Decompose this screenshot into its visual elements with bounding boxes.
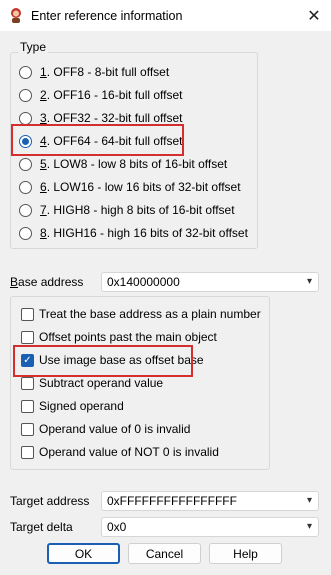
- checkbox[interactable]: [21, 399, 34, 413]
- help-button[interactable]: Help: [209, 543, 282, 564]
- chevron-down-icon[interactable]: ▾: [307, 518, 312, 536]
- target-delta-combo[interactable]: 0x0 ▾: [101, 517, 319, 537]
- radio-off16[interactable]: 2. OFF16 - 16-bit full offset: [19, 86, 183, 104]
- option-signed-operand[interactable]: Signed operand: [21, 398, 124, 414]
- highlight-box-image-base: [13, 345, 193, 377]
- checkbox-label: Offset points past the main object: [39, 330, 217, 344]
- type-group-legend: Type: [18, 40, 49, 54]
- checkbox[interactable]: [21, 445, 34, 459]
- target-address-combo[interactable]: 0xFFFFFFFFFFFFFFFF ▾: [101, 491, 319, 511]
- cancel-button[interactable]: Cancel: [128, 543, 201, 564]
- radio-label: 5. LOW8 - low 8 bits of 16-bit offset: [40, 157, 228, 171]
- checkbox-label: Signed operand: [39, 399, 124, 413]
- checkbox[interactable]: [21, 330, 34, 344]
- option-zero-invalid[interactable]: Operand value of 0 is invalid: [21, 421, 190, 437]
- close-icon: ✕: [307, 7, 321, 25]
- checkbox[interactable]: [21, 422, 34, 436]
- target-address-label: Target address: [10, 494, 90, 508]
- radio-label: 8. HIGH16 - high 16 bits of 32-bit offse…: [40, 226, 248, 240]
- ok-button[interactable]: OK: [47, 543, 120, 564]
- radio-label: 3. OFF32 - 32-bit full offset: [40, 111, 183, 125]
- target-delta-label: Target delta: [10, 520, 73, 534]
- radio-high16[interactable]: 8. HIGH16 - high 16 bits of 32-bit offse…: [19, 224, 248, 242]
- radio-button[interactable]: [19, 157, 32, 171]
- checkbox-label: Treat the base address as a plain number: [39, 307, 261, 321]
- window-title: Enter reference information: [31, 9, 183, 23]
- target-delta-value: 0x0: [107, 520, 127, 534]
- radio-button[interactable]: [19, 203, 32, 217]
- radio-high8[interactable]: 7. HIGH8 - high 8 bits of 16-bit offset: [19, 201, 235, 219]
- target-address-value: 0xFFFFFFFFFFFFFFFF: [107, 494, 237, 508]
- ida-app-icon: [11, 8, 21, 23]
- option-subtract-operand[interactable]: Subtract operand value: [21, 375, 163, 391]
- checkbox-label: Operand value of 0 is invalid: [39, 422, 191, 436]
- radio-off8[interactable]: 1. OFF8 - 8-bit full offset: [19, 63, 169, 81]
- title-bar: Enter reference information ✕: [0, 0, 331, 31]
- radio-button[interactable]: [19, 88, 32, 102]
- radio-button[interactable]: [19, 65, 32, 79]
- close-button[interactable]: ✕: [297, 0, 331, 31]
- option-past-main-object[interactable]: Offset points past the main object: [21, 329, 217, 345]
- chevron-down-icon[interactable]: ▾: [307, 273, 312, 291]
- radio-low8[interactable]: 5. LOW8 - low 8 bits of 16-bit offset: [19, 155, 227, 173]
- base-address-combo[interactable]: 0x140000000 ▾: [101, 272, 319, 292]
- checkbox-label: Subtract operand value: [39, 376, 164, 390]
- radio-label: 1. OFF8 - 8-bit full offset: [40, 65, 170, 79]
- option-plain-number[interactable]: Treat the base address as a plain number: [21, 306, 261, 322]
- chevron-down-icon[interactable]: ▾: [307, 492, 312, 510]
- radio-button[interactable]: [19, 111, 32, 125]
- radio-label: 6. LOW16 - low 16 bits of 32-bit offset: [40, 180, 241, 194]
- base-address-value: 0x140000000: [107, 275, 180, 289]
- checkbox-label: Operand value of NOT 0 is invalid: [39, 445, 219, 459]
- base-address-label: Base address: [10, 275, 84, 289]
- checkbox[interactable]: [21, 307, 34, 321]
- highlight-box-off64: [11, 124, 184, 156]
- radio-button[interactable]: [19, 180, 32, 194]
- radio-low16[interactable]: 6. LOW16 - low 16 bits of 32-bit offset: [19, 178, 241, 196]
- option-not-zero-invalid[interactable]: Operand value of NOT 0 is invalid: [21, 444, 219, 460]
- radio-button[interactable]: [19, 226, 32, 240]
- checkbox[interactable]: [21, 376, 34, 390]
- radio-label: 7. HIGH8 - high 8 bits of 16-bit offset: [40, 203, 235, 217]
- radio-label: 2. OFF16 - 16-bit full offset: [40, 88, 183, 102]
